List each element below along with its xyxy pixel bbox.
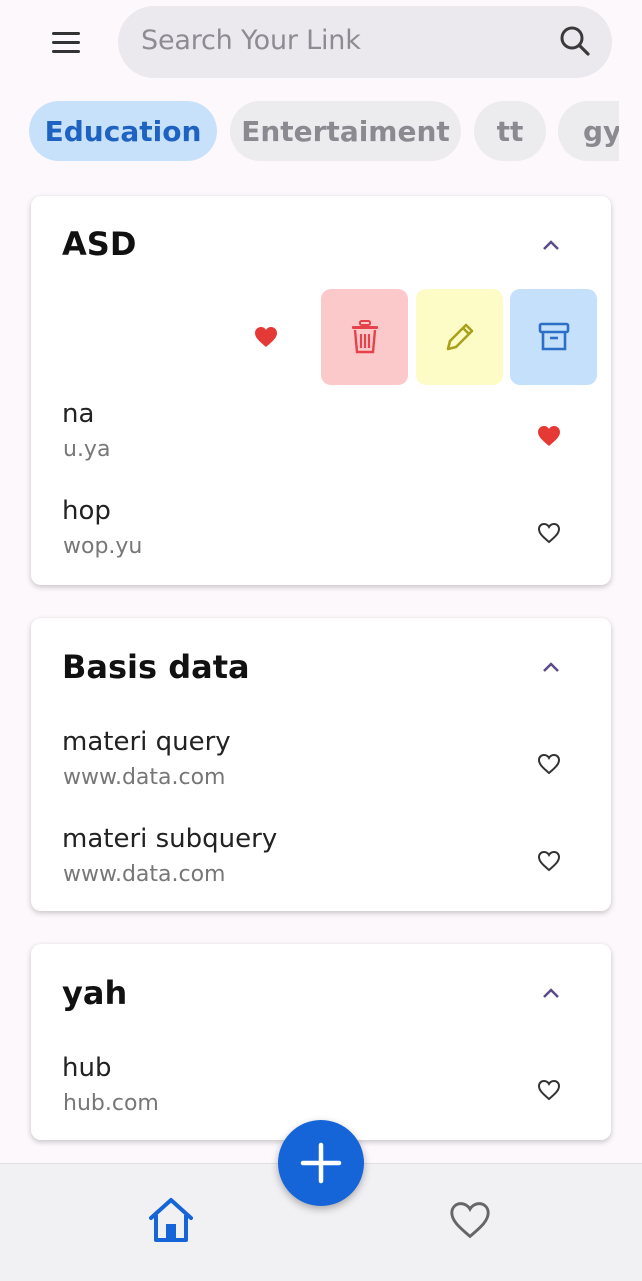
group-card-yah: yah hub hub.com xyxy=(31,944,611,1140)
group-card-asd: ASD na u.ya hop wop.yu xyxy=(31,196,611,585)
search-icon[interactable] xyxy=(558,24,592,58)
group-title: Basis data xyxy=(62,648,250,686)
link-title: materi subquery xyxy=(62,824,278,854)
link-row[interactable]: hop wop.yu xyxy=(31,496,611,585)
link-title: hub xyxy=(62,1053,112,1083)
chip-education[interactable]: Education xyxy=(29,101,217,161)
trash-icon xyxy=(351,320,378,354)
group-card-basis-data: Basis data materi query www.data.com mat… xyxy=(31,618,611,911)
chip-tt[interactable]: tt xyxy=(474,101,546,161)
chip-label: Entertaiment xyxy=(241,114,450,148)
link-title: hop xyxy=(62,496,111,526)
link-row[interactable]: na u.ya xyxy=(31,399,611,495)
menu-button[interactable] xyxy=(44,22,90,64)
link-url: u.ya xyxy=(63,437,111,462)
search-input[interactable]: Search Your Link xyxy=(141,25,361,56)
chevron-up-icon[interactable] xyxy=(541,986,561,1000)
category-chips: Education Entertaiment tt gy xyxy=(29,101,619,161)
edit-button[interactable] xyxy=(416,289,503,385)
add-link-button[interactable] xyxy=(278,1120,364,1206)
search-bar[interactable]: Search Your Link xyxy=(118,6,612,78)
delete-button[interactable] xyxy=(321,289,408,385)
chevron-up-icon[interactable] xyxy=(541,660,561,674)
group-title: yah xyxy=(62,974,128,1012)
plus-icon xyxy=(300,1142,342,1184)
heart-filled-icon[interactable] xyxy=(537,425,561,447)
heart-filled-icon[interactable] xyxy=(254,326,278,348)
chip-label: tt xyxy=(496,114,524,148)
link-url: hub.com xyxy=(63,1091,159,1116)
heart-outline-icon[interactable] xyxy=(448,1200,492,1240)
archive-button[interactable] xyxy=(510,289,597,385)
menu-icon xyxy=(52,32,80,53)
chip-entertainment[interactable]: Entertaiment xyxy=(230,101,461,161)
home-icon[interactable] xyxy=(146,1196,196,1244)
chip-label: gy xyxy=(583,114,619,148)
archive-icon xyxy=(538,322,569,351)
link-url: wop.yu xyxy=(63,534,143,559)
link-title: materi query xyxy=(62,727,231,757)
link-url: www.data.com xyxy=(63,765,226,790)
chip-gy[interactable]: gy xyxy=(558,101,619,161)
heart-outline-icon[interactable] xyxy=(537,753,561,775)
heart-outline-icon[interactable] xyxy=(537,850,561,872)
group-title: ASD xyxy=(62,225,137,263)
link-url: www.data.com xyxy=(63,862,226,887)
link-row[interactable]: materi query www.data.com xyxy=(31,727,611,823)
link-row[interactable]: materi subquery www.data.com xyxy=(31,824,611,911)
link-title: na xyxy=(62,399,95,429)
chip-label: Education xyxy=(44,114,202,148)
pencil-icon xyxy=(446,323,473,351)
heart-outline-icon[interactable] xyxy=(537,1079,561,1101)
heart-outline-icon[interactable] xyxy=(537,522,561,544)
chevron-up-icon[interactable] xyxy=(541,238,561,252)
